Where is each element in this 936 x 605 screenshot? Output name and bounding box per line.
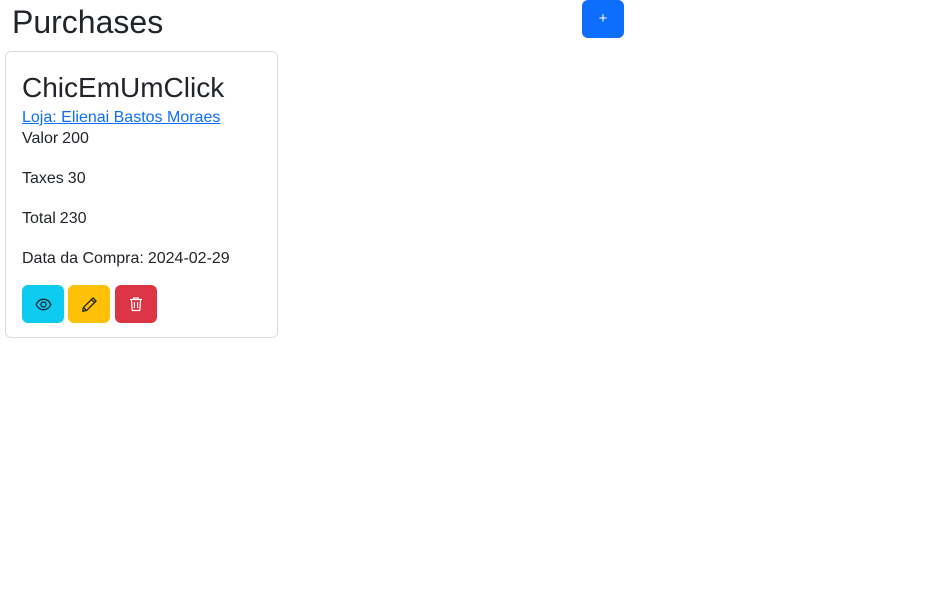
purchase-date: 2024-02-29 [147, 250, 230, 267]
taxes-line: Taxes 30 [22, 169, 86, 189]
total-label: Total [22, 210, 56, 227]
taxes-amount: 30 [67, 170, 86, 187]
edit-button[interactable] [68, 285, 110, 323]
total-line: Total 230 [22, 209, 87, 229]
view-button[interactable] [22, 285, 64, 323]
date-line: Data da Compra: 2024-02-29 [22, 249, 230, 269]
taxes-label: Taxes [22, 170, 64, 187]
value-line: Valor 200 [22, 129, 89, 149]
page-title: Purchases [12, 4, 164, 40]
total-amount: 230 [59, 210, 87, 227]
trash-icon [130, 297, 142, 312]
pencil-icon [81, 296, 97, 312]
store-label: Loja: [22, 109, 57, 126]
eye-icon [34, 298, 52, 310]
purchase-name: ChicEmUmClick [22, 72, 225, 103]
date-label: Data da Compra: [22, 250, 144, 267]
store-name: Elienai Bastos Moraes [61, 109, 221, 126]
purchase-card: ChicEmUmClick Loja: Elienai Bastos Morae… [5, 51, 278, 338]
value-label: Valor [22, 130, 59, 147]
add-purchase-button[interactable]: + [582, 0, 624, 38]
store-link[interactable]: Loja: Elienai Bastos Moraes [22, 108, 220, 128]
delete-button[interactable] [115, 285, 157, 323]
value-amount: 200 [62, 130, 89, 147]
